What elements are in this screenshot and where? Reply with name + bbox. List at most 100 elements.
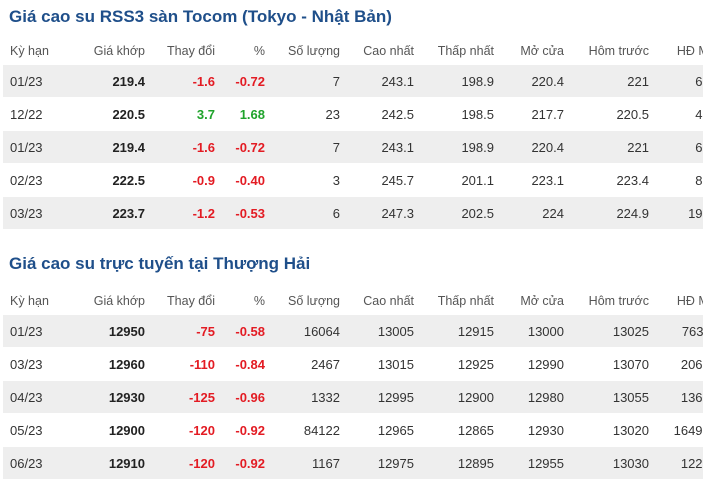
cell-change: -75 [151,314,221,348]
cell-open: 220.4 [500,130,570,164]
cell-volume: 1332 [271,380,346,414]
header-low: Thấp nhất [420,38,500,65]
shanghai-title: Giá cao su trực tuyến tại Thượng Hải [9,254,311,273]
tocom-table: Kỳ hạn Giá khớp Thay đổi % Số lượng Cao … [3,38,703,230]
cell-open-interest: 1958 [655,196,703,230]
header-price: Giá khớp [67,38,151,65]
cell-term: 01/23 [3,314,67,348]
cell-percent: -0.40 [221,163,271,197]
header-volume: Số lượng [271,38,346,65]
cell-volume: 3 [271,163,346,197]
table-header-row: Kỳ hạn Giá khớp Thay đổi % Số lượng Cao … [3,288,703,315]
header-open-interest: HĐ Mở [655,38,703,65]
cell-price: 12900 [67,413,151,447]
cell-high: 247.3 [346,196,420,230]
header-change: Thay đổi [151,38,221,65]
cell-percent: -0.72 [221,64,271,98]
cell-low: 12895 [420,446,500,480]
cell-term: 12/22 [3,97,67,131]
cell-change: -1.2 [151,196,221,230]
cell-low: 12915 [420,314,500,348]
cell-price: 12950 [67,314,151,348]
cell-high: 12995 [346,380,420,414]
cell-open: 223.1 [500,163,570,197]
cell-high: 13015 [346,347,420,381]
cell-open-interest: 613 [655,130,703,164]
cell-change: -120 [151,446,221,480]
cell-term: 02/23 [3,163,67,197]
cell-change: 3.7 [151,97,221,131]
cell-low: 198.9 [420,64,500,98]
cell-high: 12975 [346,446,420,480]
table-row: 06/23 12910 -120 -0.92 1167 12975 12895 12955 13… [3,446,703,480]
shanghai-table: Kỳ hạn Giá khớp Thay đổi % Số lượng Cao … [3,288,703,480]
header-percent: % [221,38,271,65]
cell-high: 243.1 [346,130,420,164]
cell-term: 04/23 [3,380,67,414]
cell-price: 12910 [67,446,151,480]
cell-prev: 13055 [570,380,655,414]
cell-price: 12930 [67,380,151,414]
cell-price: 219.4 [67,130,151,164]
header-prev: Hôm trước [570,38,655,65]
cell-change: -110 [151,347,221,381]
cell-volume: 16064 [271,314,346,348]
cell-prev: 13070 [570,347,655,381]
cell-prev: 223.4 [570,163,655,197]
tocom-title: Giá cao su RSS3 sàn Tocom (Tokyo - Nhật … [9,7,392,26]
cell-term: 05/23 [3,413,67,447]
header-high: Cao nhất [346,38,420,65]
cell-high: 243.1 [346,64,420,98]
header-percent: % [221,288,271,315]
cell-price: 222.5 [67,163,151,197]
cell-term: 06/23 [3,446,67,480]
header-open: Mở cửa [500,38,570,65]
cell-percent: -0.58 [221,314,271,348]
cell-prev: 221 [570,64,655,98]
cell-price: 12960 [67,347,151,381]
cell-price: 223.7 [67,196,151,230]
cell-price: 219.4 [67,64,151,98]
cell-percent: -0.72 [221,130,271,164]
cell-open-interest: 164966 [655,413,703,447]
cell-high: 12965 [346,413,420,447]
cell-open: 12930 [500,413,570,447]
cell-volume: 2467 [271,347,346,381]
cell-open-interest: 450 [655,97,703,131]
cell-prev: 13020 [570,413,655,447]
cell-open-interest: 613 [655,64,703,98]
cell-low: 198.9 [420,130,500,164]
cell-prev: 13030 [570,446,655,480]
cell-change: -125 [151,380,221,414]
table-row: 01/23219.4-1.6-0.727243.1198.9220.422161… [3,130,703,164]
header-open-interest: HĐ Mở [655,288,703,315]
cell-high: 13005 [346,314,420,348]
cell-open: 220.4 [500,64,570,98]
cell-low: 12900 [420,380,500,414]
cell-percent: 1.68 [221,97,271,131]
header-low: Thấp nhất [420,288,500,315]
table-row: 02/23 222.5 -0.9 -0.40 3 245.7 201.1 223.1 223.4… [3,163,703,197]
cell-low: 198.5 [420,97,500,131]
cell-low: 201.1 [420,163,500,197]
cell-open-interest: 13608 [655,380,703,414]
cell-percent: -0.96 [221,380,271,414]
cell-price: 220.5 [67,97,151,131]
header-high: Cao nhất [346,288,420,315]
table-row: 12/22 220.5 3.7 1.68 23 242.5 198.5 217.7 220.5 4… [3,97,703,131]
header-term: Kỳ hạn [3,288,67,315]
table-row: 03/23 223.7 -1.2 -0.53 6 247.3 202.5 224 224.9 19… [3,196,703,230]
cell-prev: 224.9 [570,196,655,230]
header-change: Thay đổi [151,288,221,315]
cell-low: 12865 [420,413,500,447]
cell-volume: 1167 [271,446,346,480]
cell-change: -0.9 [151,163,221,197]
cell-term: 03/23 [3,196,67,230]
header-term: Kỳ hạn [3,38,67,65]
cell-open: 217.7 [500,97,570,131]
cell-term: 01/23 [3,64,67,98]
cell-change: -1.6 [151,130,221,164]
cell-open-interest: 12261 [655,446,703,480]
cell-open-interest: 879 [655,163,703,197]
table-row: 05/23 12900 -120 -0.92 84122 12965 12865 12930 1… [3,413,703,447]
